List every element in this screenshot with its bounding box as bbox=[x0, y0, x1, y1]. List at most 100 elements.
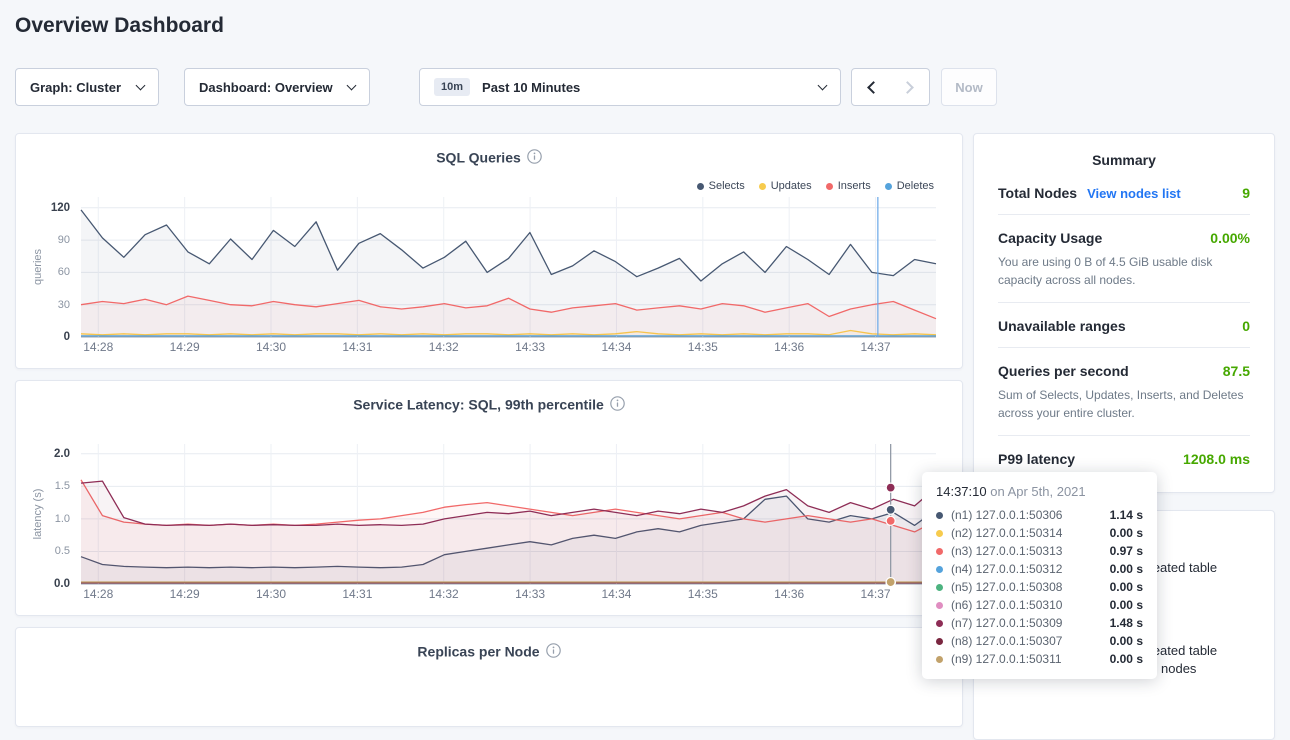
legend-label: Selects bbox=[709, 180, 745, 192]
tooltip-node-label: (n7) 127.0.0.1:50309 bbox=[951, 616, 1110, 630]
tooltip-node-value: 1.48 s bbox=[1110, 616, 1143, 630]
x-tick-label: 14:35 bbox=[688, 587, 718, 601]
tooltip-node-value: 0.00 s bbox=[1110, 526, 1143, 540]
x-tick-label: 14:32 bbox=[429, 340, 459, 354]
chart-title: SQL Queries bbox=[16, 148, 962, 165]
legend-dot-icon bbox=[826, 183, 833, 190]
x-tick-label: 14:36 bbox=[774, 340, 804, 354]
summary-panel: Summary Total Nodes View nodes list 9 Ca… bbox=[973, 133, 1275, 493]
summary-row-capacity-usage: Capacity Usage 0.00% You are using 0 B o… bbox=[998, 215, 1250, 303]
now-button[interactable]: Now bbox=[941, 68, 997, 106]
y-tick-label: 0 bbox=[64, 331, 70, 343]
x-tick-label: 14:28 bbox=[83, 340, 113, 354]
y-axis-ticks: 1209060300 bbox=[40, 197, 74, 337]
legend-item[interactable]: Inserts bbox=[826, 180, 871, 192]
info-icon[interactable] bbox=[546, 643, 561, 658]
info-icon[interactable] bbox=[610, 396, 625, 411]
summary-row-description: Sum of Selects, Updates, Inserts, and De… bbox=[998, 386, 1250, 422]
x-tick-label: 14:31 bbox=[342, 340, 372, 354]
x-axis-ticks: 14:28 14:29 14:30 14:31 14:32 14:33 14:34 14:35… bbox=[81, 340, 936, 354]
sql-queries-chart-card: SQL Queries Selects Updates Inserts Deletes… bbox=[15, 133, 963, 369]
event-item[interactable]: nodes bbox=[1161, 661, 1196, 676]
tooltip-row: (n5) 127.0.0.1:503080.00 s bbox=[936, 578, 1143, 596]
chevron-down-icon bbox=[818, 80, 828, 90]
summary-title: Summary bbox=[974, 152, 1274, 168]
tooltip-node-label: (n5) 127.0.0.1:50308 bbox=[951, 580, 1110, 594]
chart-plot[interactable] bbox=[81, 444, 936, 584]
tooltip-row: (n7) 127.0.0.1:503091.48 s bbox=[936, 614, 1143, 632]
y-axis-ticks: 2.01.51.00.50.0 bbox=[40, 444, 74, 584]
series-dot-icon bbox=[936, 602, 943, 609]
summary-row-label: Total Nodes bbox=[998, 185, 1077, 201]
tooltip-row: (n9) 127.0.0.1:503110.00 s bbox=[936, 650, 1143, 668]
x-tick-label: 14:29 bbox=[170, 340, 200, 354]
series-dot-icon bbox=[936, 530, 943, 537]
x-tick-label: 14:32 bbox=[429, 587, 459, 601]
summary-row-total-nodes: Total Nodes View nodes list 9 bbox=[998, 170, 1250, 215]
y-tick-label: 1.0 bbox=[55, 513, 70, 525]
x-tick-label: 14:28 bbox=[83, 587, 113, 601]
graph-source-dropdown[interactable]: Graph: Cluster bbox=[15, 68, 159, 106]
chart-title: Replicas per Node bbox=[16, 642, 962, 659]
chart-plot[interactable] bbox=[81, 197, 936, 337]
time-back-button[interactable] bbox=[851, 68, 891, 106]
tooltip-node-value: 0.00 s bbox=[1110, 580, 1143, 594]
summary-row-value: 9 bbox=[1242, 185, 1250, 201]
x-tick-label: 14:33 bbox=[515, 340, 545, 354]
x-tick-label: 14:31 bbox=[342, 587, 372, 601]
page-title: Overview Dashboard bbox=[15, 14, 224, 38]
tooltip-row: (n8) 127.0.0.1:503070.00 s bbox=[936, 632, 1143, 650]
time-range-label: Past 10 Minutes bbox=[482, 80, 809, 95]
time-range-dropdown[interactable]: 10m Past 10 Minutes bbox=[419, 68, 841, 106]
tooltip-node-value: 1.14 s bbox=[1110, 508, 1143, 522]
tooltip-node-value: 0.00 s bbox=[1110, 562, 1143, 576]
y-tick-label: 30 bbox=[58, 299, 70, 311]
x-tick-label: 14:35 bbox=[688, 340, 718, 354]
summary-row-label: P99 latency bbox=[998, 451, 1075, 467]
legend-item[interactable]: Deletes bbox=[885, 180, 934, 192]
y-tick-label: 120 bbox=[51, 202, 70, 214]
legend-item[interactable]: Selects bbox=[697, 180, 745, 192]
y-tick-label: 2.0 bbox=[54, 448, 70, 460]
legend-dot-icon bbox=[885, 183, 892, 190]
tooltip-node-value: 0.97 s bbox=[1110, 544, 1143, 558]
summary-row-value: 0 bbox=[1242, 318, 1250, 334]
tooltip-node-label: (n9) 127.0.0.1:50311 bbox=[951, 652, 1110, 666]
service-latency-chart-card: Service Latency: SQL, 99th percentile la… bbox=[15, 380, 963, 616]
now-button-label: Now bbox=[955, 80, 982, 95]
time-range-badge: 10m bbox=[434, 78, 470, 96]
legend-label: Inserts bbox=[838, 180, 871, 192]
legend-item[interactable]: Updates bbox=[759, 180, 812, 192]
time-forward-button[interactable] bbox=[890, 68, 930, 106]
x-tick-label: 14:29 bbox=[170, 587, 200, 601]
series-dot-icon bbox=[936, 620, 943, 627]
legend-label: Deletes bbox=[897, 180, 934, 192]
summary-row-description: You are using 0 B of 4.5 GiB usable disk… bbox=[998, 253, 1250, 289]
x-tick-label: 14:34 bbox=[601, 340, 631, 354]
summary-row-value: 0.00% bbox=[1210, 230, 1250, 246]
info-icon[interactable] bbox=[527, 149, 542, 164]
tooltip-node-label: (n4) 127.0.0.1:50312 bbox=[951, 562, 1110, 576]
legend-label: Updates bbox=[771, 180, 812, 192]
summary-row-value: 87.5 bbox=[1223, 363, 1250, 379]
x-tick-label: 14:37 bbox=[861, 587, 891, 601]
chevron-down-icon bbox=[136, 80, 146, 90]
series-dot-icon bbox=[936, 566, 943, 573]
view-nodes-list-link[interactable]: View nodes list bbox=[1087, 186, 1181, 201]
chevron-down-icon bbox=[347, 80, 357, 90]
tooltip-node-label: (n6) 127.0.0.1:50310 bbox=[951, 598, 1110, 612]
legend-dot-icon bbox=[697, 183, 704, 190]
tooltip-row: (n6) 127.0.0.1:503100.00 s bbox=[936, 596, 1143, 614]
tooltip-row: (n2) 127.0.0.1:503140.00 s bbox=[936, 524, 1143, 542]
tooltip-rows: (n1) 127.0.0.1:503061.14 s(n2) 127.0.0.1… bbox=[936, 506, 1143, 668]
y-tick-label: 0.5 bbox=[55, 545, 70, 557]
tooltip-row: (n1) 127.0.0.1:503061.14 s bbox=[936, 506, 1143, 524]
x-tick-label: 14:30 bbox=[256, 340, 286, 354]
tooltip-node-label: (n3) 127.0.0.1:50313 bbox=[951, 544, 1110, 558]
x-tick-label: 14:37 bbox=[861, 340, 891, 354]
summary-row-label: Unavailable ranges bbox=[998, 318, 1126, 334]
tooltip-node-value: 0.00 s bbox=[1110, 634, 1143, 648]
tooltip-node-value: 0.00 s bbox=[1110, 598, 1143, 612]
dashboard-dropdown[interactable]: Dashboard: Overview bbox=[184, 68, 370, 106]
chart-title: Service Latency: SQL, 99th percentile bbox=[16, 395, 962, 412]
